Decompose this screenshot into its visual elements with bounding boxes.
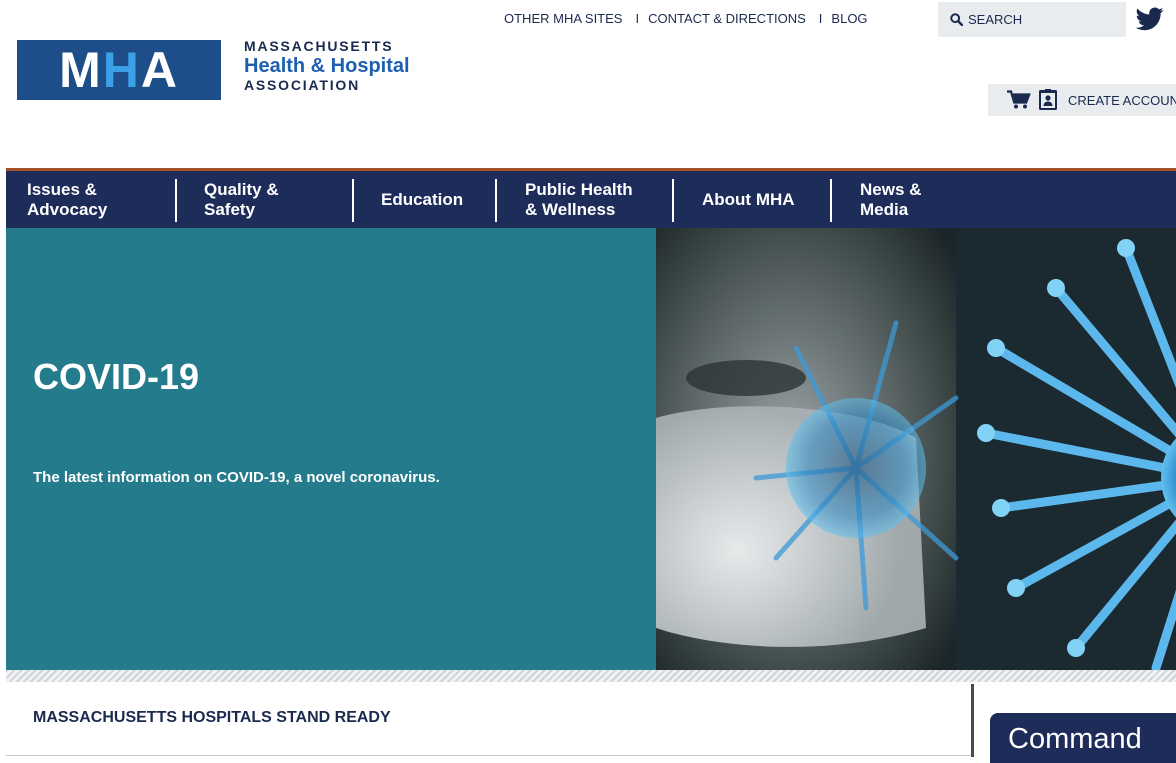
create-account-link[interactable]: CREATE ACCOUNT xyxy=(1068,93,1176,108)
nav-item-news-media[interactable]: News & Media xyxy=(860,178,921,222)
utility-separator: I xyxy=(635,11,640,26)
id-card-icon[interactable] xyxy=(1038,89,1058,111)
nav-item-about-mha[interactable]: About MHA xyxy=(702,178,795,222)
org-name-line2: Health & Hospital xyxy=(244,55,410,77)
org-name[interactable]: MASSACHUSETTS Health & Hospital ASSOCIAT… xyxy=(244,38,410,94)
utility-nav: OTHER MHA SITES I CONTACT & DIRECTIONS I… xyxy=(504,11,868,27)
nav-item-education[interactable]: Education xyxy=(381,178,463,222)
search-icon xyxy=(950,13,963,26)
site-header: MHA MASSACHUSETTS Health & Hospital ASSO… xyxy=(0,0,1176,168)
cart-icon[interactable] xyxy=(1007,90,1031,110)
nav-divider xyxy=(495,179,497,222)
section-title: MASSACHUSETTS HOSPITALS STAND READY xyxy=(33,709,391,726)
twitter-link[interactable] xyxy=(1135,7,1164,36)
twitter-icon xyxy=(1135,7,1164,31)
utility-link-other-sites[interactable]: OTHER MHA SITES xyxy=(504,11,622,27)
nav-item-quality-safety[interactable]: Quality & Safety xyxy=(204,178,279,222)
logo-text: MHA xyxy=(59,42,179,98)
hatch-divider xyxy=(6,670,1176,682)
hero-image xyxy=(656,228,1176,670)
search-label: SEARCH xyxy=(968,12,1023,27)
mha-logo[interactable]: MHA xyxy=(17,40,221,100)
hero-title: COVID-19 xyxy=(33,356,200,397)
org-name-line1: MASSACHUSETTS xyxy=(244,38,394,54)
org-name-line3: ASSOCIATION xyxy=(244,77,360,93)
coronavirus-image xyxy=(656,228,1176,670)
nav-item-issues-advocacy[interactable]: Issues & Advocacy xyxy=(27,178,107,222)
nav-divider xyxy=(830,179,832,222)
hero-banner: COVID-19 The latest information on COVID… xyxy=(6,228,1176,670)
utility-link-blog[interactable]: BLOG xyxy=(831,11,867,27)
sidebar-divider xyxy=(971,684,974,757)
nav-divider xyxy=(672,179,674,222)
utility-separator: I xyxy=(818,11,823,26)
account-bar: CREATE ACCOUNT xyxy=(988,84,1176,116)
hero-text-panel: COVID-19 The latest information on COVID… xyxy=(6,228,656,670)
main-nav: Issues & Advocacy Quality & Safety Educa… xyxy=(6,168,1176,228)
nav-divider xyxy=(352,179,354,222)
hero-subtitle: The latest information on COVID-19, a no… xyxy=(33,469,440,486)
search-button[interactable]: SEARCH xyxy=(938,2,1126,37)
command-box-title: Command xyxy=(1008,723,1142,755)
utility-link-contact[interactable]: CONTACT & DIRECTIONS xyxy=(648,11,806,27)
nav-item-public-health[interactable]: Public Health & Wellness xyxy=(525,178,633,222)
nav-divider xyxy=(175,179,177,222)
content-rule xyxy=(6,755,972,756)
